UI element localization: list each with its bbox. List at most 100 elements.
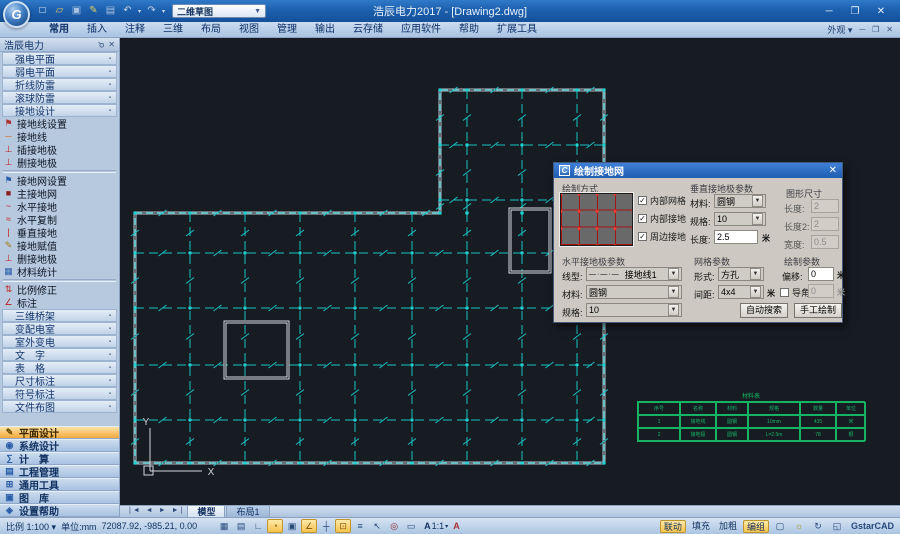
vert-length-input[interactable]: 2.5 <box>714 230 758 244</box>
expand-indicator-icon: ▪ <box>109 69 111 75</box>
osnap-icon[interactable]: ▣ <box>284 519 300 533</box>
menu-tab-3[interactable]: 注释 <box>116 22 154 38</box>
annotation-icon[interactable]: ▭ <box>403 519 419 533</box>
plot-style-icon[interactable]: ✎ <box>86 3 101 19</box>
menu-tab-5[interactable]: 布局 <box>192 22 230 38</box>
doc-minimize-button[interactable]: ─ <box>859 25 865 34</box>
crosshair-icon[interactable]: ┼ <box>318 519 334 533</box>
table-cell: 根 <box>836 428 866 441</box>
toggle-4[interactable]: 编组 <box>743 520 769 533</box>
dialog-title-bar[interactable]: C 绘制接地网 ✕ <box>554 163 842 178</box>
menu-tab-8[interactable]: 输出 <box>306 22 344 38</box>
app-logo-icon[interactable]: G <box>3 1 30 28</box>
scale-control[interactable]: 比例 1:100 ▾ <box>6 520 56 533</box>
toggle-2[interactable]: 填充 <box>689 520 713 533</box>
form-select[interactable]: 方孔▼ <box>718 267 764 281</box>
toolbox-icon[interactable]: ▢ <box>772 519 788 533</box>
workspace-dropdown[interactable]: 二维草图 ▼ <box>172 4 266 18</box>
menu-tab-1[interactable]: 常用 <box>40 22 78 38</box>
close-button[interactable]: ✕ <box>868 6 894 17</box>
bulb-icon[interactable]: ☼ <box>791 519 807 533</box>
minimize-button[interactable]: ─ <box>816 6 842 17</box>
tab-nav-4[interactable]: ►❘ <box>169 505 188 517</box>
new-file-icon[interactable]: □ <box>35 3 50 19</box>
unit-label: 米 <box>837 287 845 298</box>
menu-tab-6[interactable]: 视图 <box>230 22 268 38</box>
sidebar-tool-material-stats[interactable]: ▦材料统计 <box>0 265 119 278</box>
table-cell: 接地极 <box>680 428 716 441</box>
tab-nav-2[interactable]: ◄ <box>143 505 156 517</box>
palette-close-icon[interactable]: ✕ <box>108 40 115 49</box>
common-tools-icon: ⊞ <box>4 479 15 490</box>
sync-icon[interactable]: ↻ <box>810 519 826 533</box>
ground-wire-settings-icon: ⚑ <box>3 118 14 129</box>
category-system-design[interactable]: ◉系统设计 <box>0 439 119 452</box>
redo-icon[interactable]: ↷ <box>144 3 159 19</box>
spacing-select[interactable]: 4x4▼ <box>718 285 764 299</box>
toggle-3[interactable]: 加粗 <box>716 520 740 533</box>
undo-icon[interactable]: ↶ <box>120 3 135 19</box>
checkbox-perimeter-ground[interactable]: ✓ 周边接地 <box>638 230 686 243</box>
sidebar-group-bottom-8[interactable]: 文件布图▪ <box>2 400 117 413</box>
linetype-select[interactable]: —·—·— 接地线1 ▼ <box>586 267 682 281</box>
menu-tab-4[interactable]: 三维 <box>154 22 192 38</box>
checkbox-inner-ground[interactable]: ✓ 内部接地 <box>638 212 686 225</box>
zoom-icon[interactable]: ◎ <box>386 519 402 533</box>
horiz-material-select[interactable]: 圆钢▼ <box>586 285 682 299</box>
chevron-down-icon[interactable]: ▾ <box>138 8 141 15</box>
open-file-icon[interactable]: ▱ <box>52 3 67 19</box>
toggle-1[interactable]: 联动 <box>660 520 686 533</box>
calc-icon: ∑ <box>4 453 15 464</box>
manual-draw-button[interactable]: 手工绘制 <box>794 303 842 318</box>
category-calc[interactable]: ∑计 算 <box>0 452 119 465</box>
sidebar-tool-delete-electrode[interactable]: ⊥删接地极 <box>0 156 119 169</box>
fullscreen-icon[interactable]: ◱ <box>829 519 845 533</box>
category-settings-help[interactable]: ◈设置帮助 <box>0 504 119 517</box>
snap-icon[interactable]: ▦ <box>216 519 232 533</box>
window-title: 浩辰电力2017 - [Drawing2.dwg] <box>250 3 650 19</box>
chevron-down-icon[interactable]: ▾ <box>162 8 165 15</box>
polar-icon[interactable]: ◔ <box>267 519 283 533</box>
layout-tab-2[interactable]: 布局1 <box>226 505 269 517</box>
category-project-manage[interactable]: ▤工程管理 <box>0 465 119 478</box>
menu-tabs: 常用插入注释三维布局视图管理输出云存储应用软件帮助扩展工具 <box>40 22 546 38</box>
expand-indicator-icon: ▪ <box>109 404 111 410</box>
doc-close-button[interactable]: ✕ <box>886 25 893 34</box>
category-common-tools[interactable]: ⊞通用工具 <box>0 478 119 491</box>
otrack-icon[interactable]: ∠ <box>301 519 317 533</box>
vert-material-select[interactable]: 圆钢▼ <box>714 194 766 208</box>
restore-button[interactable]: ❐ <box>842 6 868 17</box>
dyn-icon[interactable]: ⊡ <box>335 519 351 533</box>
menu-tab-9[interactable]: 云存储 <box>344 22 392 38</box>
layout-tab-1[interactable]: 模型 <box>187 505 225 517</box>
print-icon[interactable]: ▤ <box>103 3 118 19</box>
dialog-close-icon[interactable]: ✕ <box>829 165 837 176</box>
horiz-spec-select[interactable]: 10▼ <box>586 303 682 317</box>
annotation-auto-icon[interactable]: A <box>453 521 460 531</box>
vert-spec-select[interactable]: 10▼ <box>714 212 766 226</box>
grid-icon[interactable]: ▤ <box>233 519 249 533</box>
select-icon[interactable]: ↖ <box>369 519 385 533</box>
lineweight-icon[interactable]: ≡ <box>352 519 368 533</box>
offset-input[interactable]: 0 <box>808 267 834 281</box>
menu-tab-7[interactable]: 管理 <box>268 22 306 38</box>
checkbox-inner-grid[interactable]: ✓ 内部网格 <box>638 194 686 207</box>
menu-tab-2[interactable]: 插入 <box>78 22 116 38</box>
doc-restore-button[interactable]: ❐ <box>872 25 879 34</box>
tab-nav-3[interactable]: ► <box>156 505 169 517</box>
category-plan-design[interactable]: ✎平面设计 <box>0 426 119 439</box>
category-library[interactable]: ▣图 库 <box>0 491 119 504</box>
menu-tab-12[interactable]: 扩展工具 <box>488 22 546 38</box>
menu-tab-11[interactable]: 帮助 <box>450 22 488 38</box>
menu-tab-10[interactable]: 应用软件 <box>392 22 450 38</box>
ortho-icon[interactable]: ∟ <box>250 519 266 533</box>
save-icon[interactable]: ▣ <box>69 3 84 19</box>
palette-empty-area <box>0 413 119 426</box>
tab-nav-1[interactable]: ❘◄ <box>124 505 143 517</box>
expand-indicator-icon: ▪ <box>109 339 111 345</box>
auto-search-button[interactable]: 自动搜索 <box>740 303 788 318</box>
window-controls: ─ ❐ ✕ <box>816 6 900 17</box>
pin-icon[interactable]: ⚲ <box>96 39 107 50</box>
appearance-dropdown[interactable]: 外观 ▾ <box>827 23 852 36</box>
annotation-scale-control[interactable]: A1:1▾ <box>424 521 448 531</box>
